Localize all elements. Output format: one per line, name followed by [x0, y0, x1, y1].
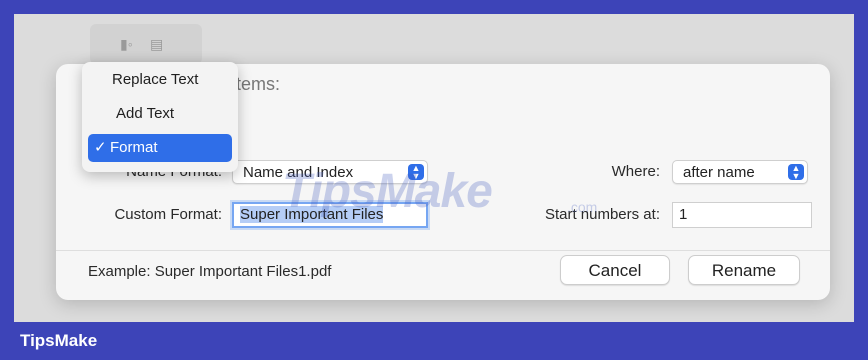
- menu-item-replace-text[interactable]: Replace Text: [88, 66, 232, 94]
- custom-format-field[interactable]: Super Important Files: [232, 202, 428, 228]
- menu-item-add-text[interactable]: Add Text: [88, 100, 232, 128]
- where-value: after name: [683, 164, 755, 181]
- menu-item-format[interactable]: ✓ Format: [88, 134, 232, 162]
- rename-button[interactable]: Rename: [688, 255, 800, 285]
- menu-item-label: Format: [110, 139, 158, 156]
- start-numbers-value: 1: [679, 206, 688, 223]
- name-format-value: Name and Index: [243, 164, 354, 181]
- cancel-button[interactable]: Cancel: [560, 255, 670, 285]
- toolbar-background: ▮◦ ▤: [90, 24, 202, 64]
- name-format-popup[interactable]: Name and Index ▲ ▼: [232, 160, 428, 184]
- rename-mode-menu: Replace Text Add Text ✓ Format: [82, 62, 238, 172]
- screenshot-area: ▮◦ ▤ r Items: Name Format: Name and Inde…: [14, 14, 854, 322]
- menu-item-label: Replace Text: [112, 71, 199, 88]
- chevron-updown-icon: ▲ ▼: [788, 164, 804, 181]
- list-view-icon: ▮◦: [120, 36, 133, 52]
- example-text: Example: Super Important Files1.pdf: [88, 263, 332, 280]
- start-numbers-field[interactable]: 1: [672, 202, 812, 228]
- start-numbers-label: Start numbers at:: [544, 206, 660, 223]
- brand-label: TipsMake: [20, 331, 98, 350]
- custom-format-value: Super Important Files: [240, 206, 384, 223]
- chevron-updown-icon: ▲ ▼: [408, 164, 424, 181]
- where-label: Where:: [611, 163, 660, 180]
- custom-format-label: Custom Format:: [114, 206, 222, 223]
- divider: [56, 250, 830, 251]
- grid-view-icon: ▤: [150, 36, 164, 52]
- where-popup[interactable]: after name ▲ ▼: [672, 160, 808, 184]
- menu-item-label: Add Text: [116, 105, 175, 122]
- checkmark-icon: ✓: [94, 139, 107, 156]
